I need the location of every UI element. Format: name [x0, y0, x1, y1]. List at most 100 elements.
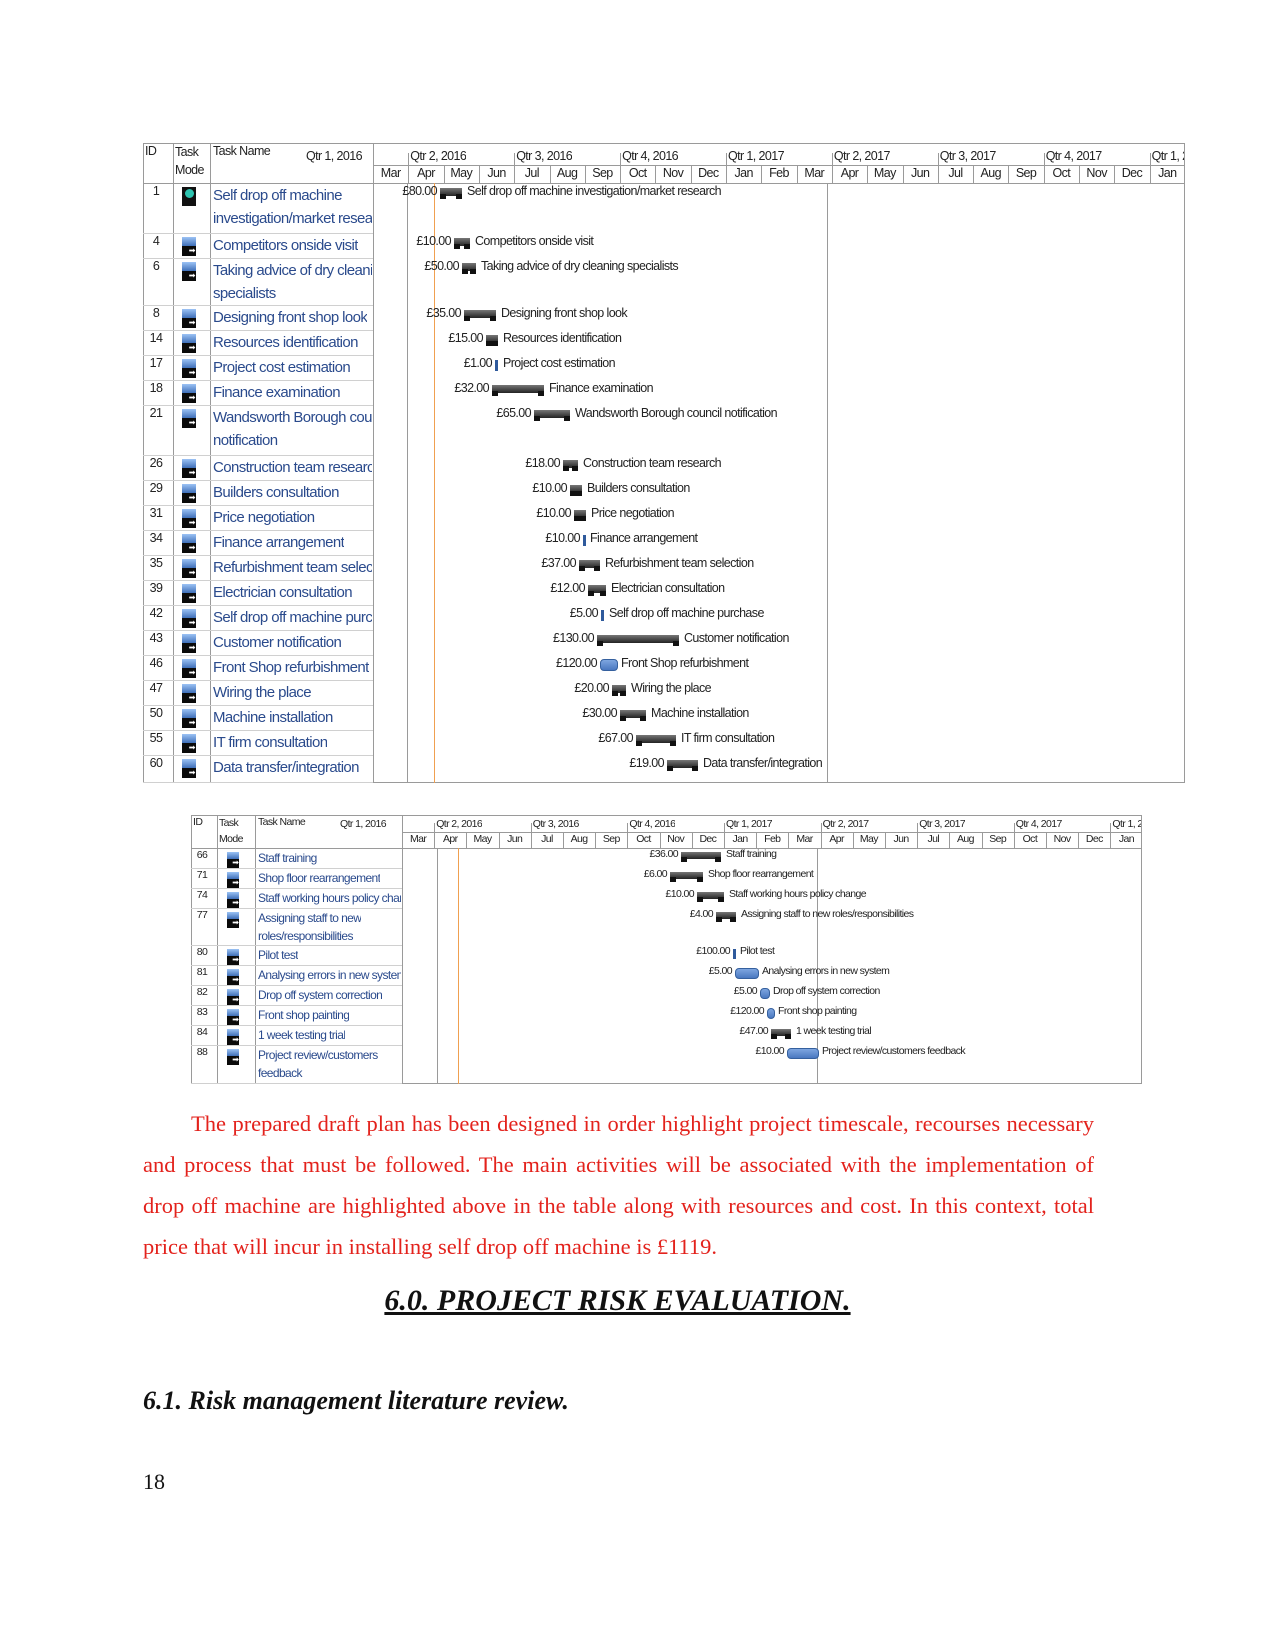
- arrow-icon: ➡: [188, 768, 196, 777]
- bar-end-cap: [456, 194, 462, 199]
- task-id: 8: [152, 306, 160, 320]
- month-label: Sep: [592, 166, 613, 180]
- bar-start-cap: [454, 244, 460, 249]
- month-label: Oct: [1022, 833, 1038, 845]
- task-id: 1: [152, 184, 160, 198]
- bar-end-cap: [620, 691, 626, 696]
- quarter-label: Qtr 4, 2017: [1015, 817, 1062, 830]
- arrow-icon: ➡: [188, 593, 196, 602]
- arrow-icon: ➡: [232, 858, 239, 867]
- bar-end-cap: [572, 466, 578, 471]
- bar-task-label: Front shop painting: [778, 1005, 857, 1017]
- task-name: Competitors onside visit: [213, 234, 358, 257]
- month-label: Sep: [1015, 166, 1037, 180]
- task-name-line: Front shop painting: [258, 1008, 350, 1022]
- task-name-line: Project review/customers: [258, 1048, 378, 1062]
- table-row: 74 ➡ Staff working hours policy chang £10.0…: [191, 888, 1142, 908]
- bar-end-cap: [538, 391, 544, 396]
- bar-cost-label: £5.00: [708, 965, 733, 977]
- quarter-divider: [1043, 152, 1045, 165]
- gantt-milestone-bar: [733, 949, 736, 959]
- task-name-line: Assigning staff to new: [258, 911, 362, 925]
- bar-task-label: Builders consultation: [587, 481, 690, 495]
- task-name-line: Electrician consultation: [213, 584, 353, 601]
- header-id: ID: [193, 816, 203, 828]
- bar-start-cap: [636, 741, 642, 746]
- task-id: 83: [196, 1006, 208, 1018]
- auto-schedule-icon: ➡: [181, 709, 196, 728]
- table-row: 1 Self drop off machine investigation/mark…: [143, 183, 1185, 233]
- table-border-top: [191, 815, 1142, 816]
- manual-pin-icon: [181, 187, 196, 206]
- task-id: 71: [196, 869, 208, 881]
- month-label: Aug: [980, 166, 1002, 180]
- arrow-icon: ➡: [232, 918, 239, 927]
- task-name: Analysing errors in new system: [258, 966, 401, 984]
- bar-cost-label: £10.00: [755, 1045, 784, 1057]
- task-id: 82: [196, 986, 208, 998]
- bar-task-label: Self drop off machine purchase: [609, 606, 764, 620]
- auto-schedule-icon: ➡: [181, 484, 196, 503]
- task-name: Data transfer/integration: [213, 756, 359, 779]
- auto-schedule-icon: ➡: [227, 1009, 239, 1025]
- header-qtr-first: Qtr 1, 2016: [306, 148, 363, 163]
- arrow-icon: ➡: [188, 618, 196, 627]
- icon-top: [181, 384, 196, 393]
- bar-start-cap: [462, 269, 468, 274]
- bar-start-cap: [612, 691, 618, 696]
- table-row: 55 ➡ IT firm consultation £67.00 IT firm con…: [143, 730, 1185, 755]
- icon-top: [181, 359, 196, 368]
- task-name-line: Finance arrangement: [213, 534, 345, 551]
- bar-task-label: Front Shop refurbishment: [621, 656, 749, 670]
- task-id: 39: [149, 581, 163, 595]
- table-row: 88 ➡ Project review/customers feedback £10.0…: [191, 1045, 1142, 1083]
- arrow-icon: ➡: [188, 393, 196, 402]
- icon-top: [181, 659, 196, 668]
- header-qtr-first: Qtr 1, 2016: [340, 817, 387, 830]
- task-name-line: feedback: [258, 1066, 303, 1080]
- arrow-icon: ➡: [188, 518, 196, 527]
- task-name: Construction team research: [213, 456, 372, 479]
- month-label: Jul: [948, 166, 963, 180]
- task-id: 84: [196, 1026, 208, 1038]
- auto-schedule-icon: ➡: [227, 969, 239, 985]
- bar-cost-label: £1.00: [463, 356, 493, 370]
- table-row: 6 ➡ Taking advice of dry cleaning specialis…: [143, 258, 1185, 305]
- bar-task-label: Taking advice of dry cleaning specialist…: [481, 259, 679, 273]
- arrow-icon: ➡: [188, 493, 196, 502]
- bar-end-cap: [785, 1034, 791, 1039]
- bar-task-label: Assigning staff to new roles/responsibil…: [741, 908, 914, 920]
- month-label: Feb: [769, 166, 789, 180]
- icon-top: [181, 509, 196, 518]
- task-name: Price negotiation: [213, 506, 315, 529]
- task-name: IT firm consultation: [213, 731, 327, 754]
- auto-schedule-icon: ➡: [181, 684, 196, 703]
- auto-schedule-icon: ➡: [181, 262, 196, 281]
- arrow-icon: ➡: [188, 246, 196, 255]
- arrow-icon: ➡: [188, 543, 196, 552]
- month-label: Aug: [957, 833, 974, 845]
- page-number: 18: [143, 1469, 165, 1494]
- month-label: Apr: [443, 833, 458, 845]
- quarter-divider: [726, 152, 727, 165]
- task-name: Wandsworth Borough council notification: [213, 406, 372, 452]
- task-name: Builders consultation: [213, 481, 339, 504]
- quarter-label: Qtr 2, 2016: [436, 817, 483, 830]
- month-label: Aug: [570, 833, 588, 845]
- bar-task-label: Electrician consultation: [611, 581, 725, 595]
- auto-schedule-icon: ➡: [181, 559, 196, 578]
- auto-schedule-icon: ➡: [181, 459, 196, 478]
- bar-end-cap: [576, 491, 582, 496]
- month-label: Nov: [667, 833, 685, 845]
- month-label: May: [450, 166, 473, 180]
- icon-top: [181, 559, 196, 568]
- month-label: Sep: [989, 833, 1007, 845]
- bar-cost-label: £18.00: [525, 456, 560, 470]
- task-id: 4: [152, 234, 160, 248]
- icon-top: [181, 237, 196, 246]
- bar-end-cap: [600, 591, 606, 596]
- table-row: 80 ➡ Pilot test £100.00 Pilot test: [191, 945, 1142, 965]
- bar-start-cap: [440, 194, 446, 199]
- gantt-milestone-bar: [495, 360, 498, 371]
- table-row: 81 ➡ Analysing errors in new system £5.00 An…: [191, 965, 1142, 985]
